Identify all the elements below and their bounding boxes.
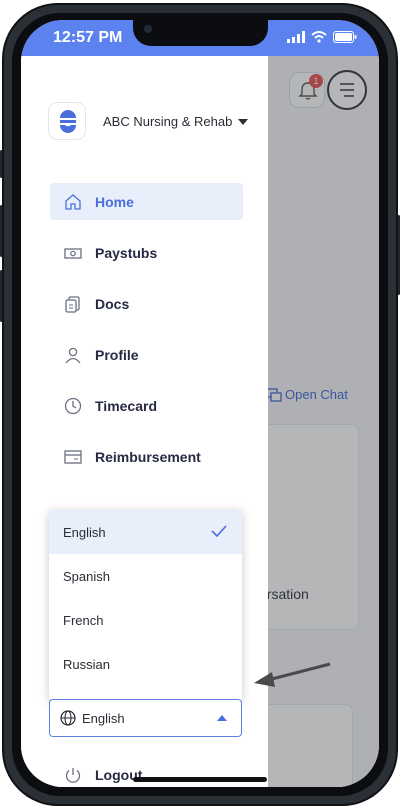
battery-icon	[333, 31, 357, 43]
nav-item-label: Reimbursement	[95, 448, 201, 465]
signal-icon	[287, 31, 305, 43]
clock-icon	[64, 397, 82, 415]
nav-item-docs[interactable]: Docs	[50, 285, 243, 322]
status-bar: 12:57 PM	[21, 20, 379, 56]
language-option-label: French	[63, 612, 104, 628]
status-icons	[287, 31, 357, 43]
nav-item-reimbursement[interactable]: Reimbursement	[50, 438, 243, 475]
facility-selector[interactable]: ABC Nursing & Rehab	[103, 114, 249, 129]
language-option-spanish[interactable]: Spanish	[49, 554, 242, 598]
check-icon	[211, 525, 227, 538]
nav-item-label: Paystubs	[95, 244, 158, 261]
documents-icon	[64, 295, 82, 313]
receipt-icon	[64, 448, 82, 466]
language-option-english[interactable]: English	[49, 510, 242, 554]
nav-item-label: Timecard	[95, 397, 157, 414]
logout-button[interactable]: Logout	[64, 766, 142, 784]
status-time: 12:57 PM	[53, 29, 123, 46]
cash-icon	[64, 244, 82, 262]
language-option-label: Russian	[63, 656, 110, 672]
nav-item-label: Profile	[95, 346, 139, 363]
nav-item-home[interactable]: Home	[50, 183, 243, 220]
app-logo	[48, 102, 86, 140]
language-option-french[interactable]: French	[49, 598, 242, 642]
home-indicator	[133, 777, 267, 782]
language-option-label: English	[63, 524, 106, 540]
language-option-russian[interactable]: Russian	[49, 642, 242, 686]
language-option-label: Spanish	[63, 568, 110, 584]
screen: 1 Open Chat ersation 12:57 PM ABC Nursin…	[21, 20, 379, 787]
caret-up-icon	[217, 715, 227, 721]
nav-item-label: Home	[95, 193, 134, 210]
globe-icon	[60, 710, 76, 726]
facility-name: ABC Nursing & Rehab	[103, 114, 233, 129]
wifi-icon	[311, 31, 327, 43]
nav-item-label: Docs	[95, 295, 130, 312]
home-icon	[64, 193, 82, 211]
language-dropdown-menu: English Spanish French Russian	[49, 510, 242, 700]
notch	[133, 20, 268, 46]
camera	[144, 25, 152, 33]
language-select[interactable]: English	[49, 699, 242, 737]
nav-item-paystubs[interactable]: Paystubs	[50, 234, 243, 271]
nav-item-profile[interactable]: Profile	[50, 336, 243, 373]
nav-item-timecard[interactable]: Timecard	[50, 387, 243, 424]
nav-drawer: ABC Nursing & Rehab Home Paystubs Docs P…	[21, 56, 268, 787]
power-icon	[65, 768, 81, 783]
user-icon	[64, 346, 82, 364]
selected-language: English	[82, 710, 125, 726]
logo-icon	[60, 110, 76, 133]
caret-down-icon	[238, 118, 249, 125]
